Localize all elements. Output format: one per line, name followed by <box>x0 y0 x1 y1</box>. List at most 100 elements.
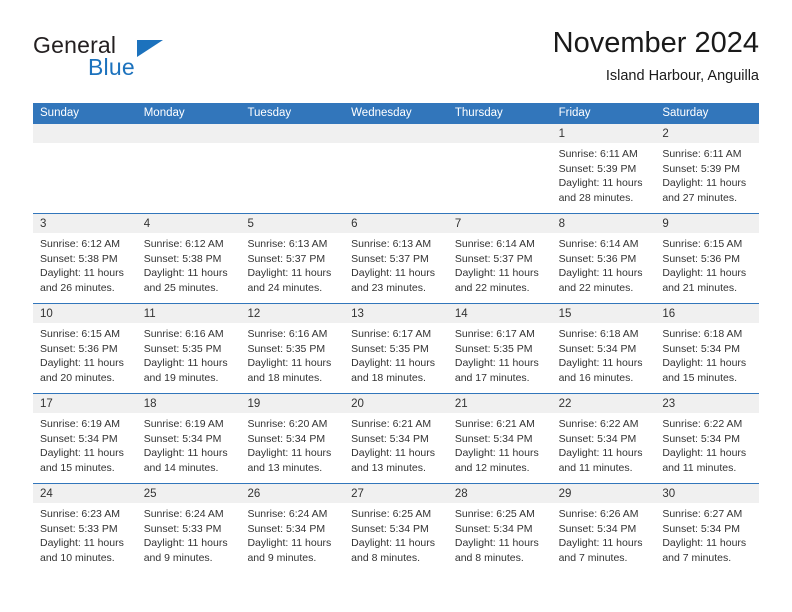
sunset-text: Sunset: 5:37 PM <box>351 252 429 265</box>
calendar-weeks: 1 Sunrise: 6:11 AM Sunset: 5:39 PM Daylight… <box>33 124 760 573</box>
day-number-band <box>136 124 241 143</box>
daylight-text: Daylight: 11 hours and 8 minutes. <box>351 537 436 564</box>
calendar-day-cell[interactable]: 26 Sunrise: 6:24 AM Sunset: 5:34 PM Dayligh… <box>240 484 345 573</box>
calendar-day-cell[interactable]: 4 Sunrise: 6:12 AM Sunset: 5:38 PM Daylight… <box>136 214 241 303</box>
calendar-day-cell[interactable]: 13 Sunrise: 6:17 AM Sunset: 5:35 PM Dayligh… <box>344 304 448 393</box>
day-number-band <box>447 124 552 143</box>
calendar-day-cell[interactable]: 15 Sunrise: 6:18 AM Sunset: 5:34 PM Dayligh… <box>551 304 656 393</box>
day-sun-info: Sunrise: 6:16 AM Sunset: 5:35 PM Daylight:… <box>137 323 241 385</box>
calendar-day-cell[interactable]: 24 Sunrise: 6:23 AM Sunset: 5:33 PM Dayligh… <box>33 484 137 573</box>
calendar-day-cell[interactable]: 23 Sunrise: 6:22 AM Sunset: 5:34 PM Dayligh… <box>655 394 760 483</box>
day-number-band: 23 <box>655 394 760 413</box>
day-sun-info: Sunrise: 6:11 AM Sunset: 5:39 PM Daylight:… <box>655 143 759 205</box>
calendar-day-cell[interactable]: 6 Sunrise: 6:13 AM Sunset: 5:37 PM Daylight… <box>344 214 448 303</box>
calendar-day-cell[interactable]: 12 Sunrise: 6:16 AM Sunset: 5:35 PM Dayligh… <box>240 304 345 393</box>
day-sun-info: Sunrise: 6:13 AM Sunset: 5:37 PM Daylight:… <box>344 233 448 295</box>
calendar-day-cell[interactable]: 14 Sunrise: 6:17 AM Sunset: 5:35 PM Dayligh… <box>447 304 552 393</box>
sunset-text: Sunset: 5:34 PM <box>454 522 533 535</box>
day-sun-info: Sunrise: 6:23 AM Sunset: 5:33 PM Daylight:… <box>33 503 137 565</box>
sunset-text: Sunset: 5:35 PM <box>351 342 429 355</box>
day-number: 2 <box>662 128 669 140</box>
day-number: 16 <box>662 308 676 320</box>
day-sun-info: Sunrise: 6:18 AM Sunset: 5:34 PM Daylight:… <box>655 323 759 385</box>
sunset-text: Sunset: 5:35 PM <box>247 342 326 355</box>
calendar-day-cell[interactable]: 9 Sunrise: 6:15 AM Sunset: 5:36 PM Daylight… <box>655 214 760 303</box>
daylight-text: Daylight: 11 hours and 16 minutes. <box>558 357 643 384</box>
sunrise-text: Sunrise: 6:14 AM <box>558 238 639 250</box>
day-sun-info: Sunrise: 6:12 AM Sunset: 5:38 PM Daylight:… <box>137 233 241 295</box>
calendar-day-cell[interactable]: 17 Sunrise: 6:19 AM Sunset: 5:34 PM Dayligh… <box>33 394 137 483</box>
sunrise-text: Sunrise: 6:13 AM <box>351 238 432 250</box>
sunrise-text: Sunrise: 6:19 AM <box>40 418 120 430</box>
calendar-day-cell[interactable]: 7 Sunrise: 6:14 AM Sunset: 5:37 PM Daylight… <box>447 214 552 303</box>
day-number-band: 10 <box>33 304 137 323</box>
day-number-band: 6 <box>344 214 448 233</box>
day-number-band: 14 <box>447 304 552 323</box>
sunset-text: Sunset: 5:34 PM <box>662 522 740 535</box>
daylight-text: Daylight: 11 hours and 8 minutes. <box>454 537 539 564</box>
sunrise-text: Sunrise: 6:18 AM <box>662 328 743 340</box>
triangle-logo-icon <box>137 40 163 57</box>
day-number: 8 <box>558 218 565 230</box>
day-number: 26 <box>247 488 261 500</box>
calendar-day-cell[interactable]: 28 Sunrise: 6:25 AM Sunset: 5:34 PM Dayligh… <box>447 484 552 573</box>
day-number: 23 <box>662 398 676 410</box>
calendar-day-cell[interactable]: 22 Sunrise: 6:22 AM Sunset: 5:34 PM Dayligh… <box>551 394 656 483</box>
day-number-band: 18 <box>136 394 241 413</box>
sunset-text: Sunset: 5:38 PM <box>143 252 222 265</box>
sunrise-text: Sunrise: 6:11 AM <box>662 148 742 160</box>
sunset-text: Sunset: 5:34 PM <box>247 522 326 535</box>
daylight-text: Daylight: 11 hours and 10 minutes. <box>40 537 124 564</box>
calendar-day-cell[interactable]: 25 Sunrise: 6:24 AM Sunset: 5:33 PM Dayligh… <box>136 484 241 573</box>
day-number: 13 <box>351 308 364 320</box>
day-sun-info: Sunrise: 6:17 AM Sunset: 5:35 PM Daylight:… <box>448 323 552 385</box>
calendar-day-cell[interactable]: 21 Sunrise: 6:21 AM Sunset: 5:34 PM Dayligh… <box>447 394 552 483</box>
sunrise-text: Sunrise: 6:27 AM <box>662 508 743 520</box>
sunset-text: Sunset: 5:33 PM <box>40 522 118 535</box>
daylight-text: Daylight: 11 hours and 28 minutes. <box>558 177 643 204</box>
daylight-text: Daylight: 11 hours and 19 minutes. <box>143 357 228 384</box>
sunrise-text: Sunrise: 6:16 AM <box>247 328 328 340</box>
calendar-day-cell[interactable]: 2 Sunrise: 6:11 AM Sunset: 5:39 PM Daylight… <box>655 124 760 213</box>
calendar-day-cell[interactable]: 30 Sunrise: 6:27 AM Sunset: 5:34 PM Dayligh… <box>655 484 760 573</box>
page-subtitle: Island Harbour, Anguilla <box>605 68 759 84</box>
daylight-text: Daylight: 11 hours and 22 minutes. <box>558 267 643 294</box>
day-number: 25 <box>143 488 157 500</box>
daylight-text: Daylight: 11 hours and 15 minutes. <box>662 357 747 384</box>
calendar-day-cell[interactable]: 20 Sunrise: 6:21 AM Sunset: 5:34 PM Dayligh… <box>344 394 448 483</box>
weekday-saturday: Saturday <box>662 107 709 119</box>
calendar-day-cell[interactable]: 18 Sunrise: 6:19 AM Sunset: 5:34 PM Dayligh… <box>136 394 241 483</box>
calendar-day-cell[interactable]: 11 Sunrise: 6:16 AM Sunset: 5:35 PM Dayligh… <box>136 304 241 393</box>
day-number-band: 29 <box>551 484 656 503</box>
day-number: 30 <box>662 488 676 500</box>
day-number: 12 <box>247 308 261 320</box>
calendar-day-cell[interactable]: 8 Sunrise: 6:14 AM Sunset: 5:36 PM Daylight… <box>551 214 656 303</box>
day-sun-info: Sunrise: 6:19 AM Sunset: 5:34 PM Daylight:… <box>137 413 241 475</box>
day-number-band: 28 <box>447 484 552 503</box>
calendar-day-cell[interactable]: 27 Sunrise: 6:25 AM Sunset: 5:34 PM Dayligh… <box>344 484 448 573</box>
day-number: 20 <box>351 398 364 410</box>
calendar-day-cell[interactable]: 19 Sunrise: 6:20 AM Sunset: 5:34 PM Dayligh… <box>240 394 345 483</box>
day-sun-info: Sunrise: 6:24 AM Sunset: 5:34 PM Daylight:… <box>240 503 344 565</box>
day-sun-info: Sunrise: 6:25 AM Sunset: 5:34 PM Daylight:… <box>448 503 552 565</box>
sunrise-text: Sunrise: 6:17 AM <box>454 328 535 340</box>
calendar-day-cell[interactable]: 16 Sunrise: 6:18 AM Sunset: 5:34 PM Dayligh… <box>655 304 760 393</box>
sunrise-text: Sunrise: 6:20 AM <box>247 418 328 430</box>
calendar-day-cell[interactable]: 3 Sunrise: 6:12 AM Sunset: 5:38 PM Daylight… <box>33 214 137 303</box>
calendar-day-cell[interactable]: 29 Sunrise: 6:26 AM Sunset: 5:34 PM Dayligh… <box>551 484 656 573</box>
calendar-day-cell[interactable]: 10 Sunrise: 6:15 AM Sunset: 5:36 PM Dayligh… <box>33 304 137 393</box>
calendar-day-cell[interactable]: 1 Sunrise: 6:11 AM Sunset: 5:39 PM Daylight… <box>551 124 656 213</box>
day-sun-info: Sunrise: 6:22 AM Sunset: 5:34 PM Daylight:… <box>552 413 656 475</box>
calendar-week-row: 1 Sunrise: 6:11 AM Sunset: 5:39 PM Daylight… <box>33 124 760 213</box>
day-number-band: 5 <box>240 214 345 233</box>
sunrise-text: Sunrise: 6:12 AM <box>40 238 120 250</box>
day-sun-info: Sunrise: 6:15 AM Sunset: 5:36 PM Daylight:… <box>655 233 759 295</box>
calendar-day-cell[interactable]: 5 Sunrise: 6:13 AM Sunset: 5:37 PM Daylight… <box>240 214 345 303</box>
sunrise-text: Sunrise: 6:11 AM <box>558 148 638 160</box>
sunset-text: Sunset: 5:34 PM <box>247 432 326 445</box>
day-number: 14 <box>454 308 468 320</box>
sunrise-text: Sunrise: 6:25 AM <box>454 508 535 520</box>
weekday-sunday: Sunday <box>40 107 80 119</box>
brand-logo[interactable]: General Blue <box>33 32 183 88</box>
sunrise-text: Sunrise: 6:14 AM <box>454 238 535 250</box>
